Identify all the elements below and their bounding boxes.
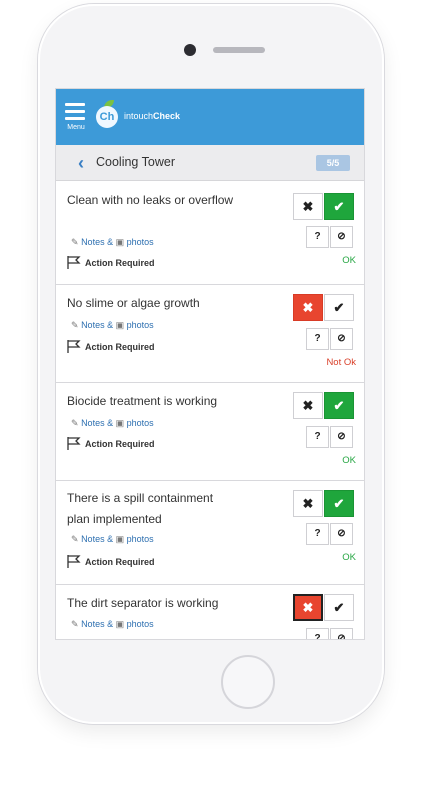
app-bar: Menu Ch intouchCheck [56, 89, 364, 145]
flag-icon [67, 256, 81, 269]
camera-icon: ▣ [115, 320, 125, 330]
item-text: The dirt separator is working [67, 596, 219, 610]
fail-button[interactable]: ✖ [293, 392, 323, 419]
speaker-grille [213, 47, 265, 53]
title-bar: ‹ Cooling Tower 5/5 [56, 145, 364, 181]
not-applicable-button[interactable]: ⊘ [330, 226, 353, 248]
edit-icon: ✎ [71, 418, 79, 428]
notes-label: Notes & [81, 237, 114, 247]
unsure-button[interactable]: ? [306, 328, 329, 350]
not-applicable-button[interactable]: ⊘ [330, 426, 353, 448]
status-text: Not Ok [326, 357, 356, 368]
flag-icon [67, 437, 81, 450]
checklist-item: There is a spill containment plan implem… [56, 481, 364, 585]
fail-button[interactable]: ✖ [293, 594, 323, 621]
notes-label: Notes & [81, 534, 114, 544]
notes-photos-link[interactable]: ✎ Notes & ▣ photos [71, 237, 154, 248]
status-text: OK [342, 255, 356, 266]
not-applicable-button[interactable]: ⊘ [330, 628, 353, 639]
action-required-label: Action Required [85, 258, 155, 268]
action-required[interactable]: Action Required [67, 555, 155, 568]
checklist-item: The dirt separator is working ✎ Notes & … [56, 585, 364, 639]
hamburger-icon [64, 103, 88, 120]
pass-button[interactable]: ✔ [324, 490, 354, 517]
pass-button[interactable]: ✔ [324, 294, 354, 321]
flag-icon [67, 340, 81, 353]
not-applicable-button[interactable]: ⊘ [330, 328, 353, 350]
back-chevron-icon[interactable]: ‹ [72, 153, 90, 173]
home-button[interactable] [221, 655, 275, 709]
unsure-button[interactable]: ? [306, 426, 329, 448]
status-text: OK [342, 455, 356, 466]
camera-icon: ▣ [115, 619, 125, 629]
edit-icon: ✎ [71, 534, 79, 544]
checklist-item: Clean with no leaks or overflow ✎ Notes … [56, 181, 364, 285]
action-required-label: Action Required [85, 557, 155, 567]
notes-photos-link[interactable]: ✎ Notes & ▣ photos [71, 534, 154, 545]
brand-prefix: intouch [124, 111, 154, 121]
menu-label: Menu [67, 124, 85, 131]
action-required[interactable]: Action Required [67, 437, 155, 450]
notes-photos-link[interactable]: ✎ Notes & ▣ photos [71, 418, 154, 429]
unsure-button[interactable]: ? [306, 628, 329, 639]
camera-icon: ▣ [115, 237, 125, 247]
photos-label: photos [126, 320, 154, 330]
brand-suffix: Check [153, 111, 181, 121]
pass-button[interactable]: ✔ [324, 392, 354, 419]
page-title: Cooling Tower [96, 155, 175, 169]
camera-icon [184, 44, 196, 56]
item-text: No slime or algae growth [67, 296, 200, 310]
not-applicable-button[interactable]: ⊘ [330, 523, 353, 545]
unsure-button[interactable]: ? [306, 226, 329, 248]
item-text: There is a spill containment plan implem… [67, 491, 214, 526]
logo-mark: Ch [96, 106, 118, 128]
photos-label: photos [126, 237, 154, 247]
edit-icon: ✎ [71, 619, 79, 629]
checklist: Clean with no leaks or overflow ✎ Notes … [56, 181, 364, 639]
fail-button[interactable]: ✖ [293, 490, 323, 517]
edit-icon: ✎ [71, 320, 79, 330]
checklist-item: Biocide treatment is working ✎ Notes & ▣… [56, 383, 364, 481]
fail-button[interactable]: ✖ [293, 193, 323, 220]
notes-photos-link[interactable]: ✎ Notes & ▣ photos [71, 320, 154, 331]
fail-button[interactable]: ✖ [293, 294, 323, 321]
menu-button[interactable]: Menu [64, 103, 88, 135]
camera-icon: ▣ [115, 534, 125, 544]
item-text: Clean with no leaks or overflow [67, 193, 234, 207]
unsure-button[interactable]: ? [306, 523, 329, 545]
notes-label: Notes & [81, 320, 114, 330]
edit-icon: ✎ [71, 237, 79, 247]
action-required[interactable]: Action Required [67, 340, 155, 353]
action-required[interactable]: Action Required [67, 256, 155, 269]
camera-icon: ▣ [115, 418, 125, 428]
action-required-label: Action Required [85, 342, 155, 352]
photos-label: photos [126, 619, 154, 629]
photos-label: photos [126, 418, 154, 428]
pass-button[interactable]: ✔ [324, 193, 354, 220]
item-text: Biocide treatment is working [67, 394, 218, 408]
page-counter-badge: 5/5 [316, 155, 350, 171]
notes-label: Notes & [81, 418, 114, 428]
action-required-label: Action Required [85, 439, 155, 449]
status-text: OK [342, 552, 356, 563]
flag-icon [67, 555, 81, 568]
app-screen: Menu Ch intouchCheck ‹ Cooling Tower 5/5… [55, 88, 365, 640]
photos-label: photos [126, 534, 154, 544]
checklist-item: No slime or algae growth ✎ Notes & ▣ pho… [56, 285, 364, 383]
pass-button[interactable]: ✔ [324, 594, 354, 621]
brand-name: intouchCheck [124, 111, 180, 121]
notes-label: Notes & [81, 619, 114, 629]
notes-photos-link[interactable]: ✎ Notes & ▣ photos [71, 619, 154, 630]
